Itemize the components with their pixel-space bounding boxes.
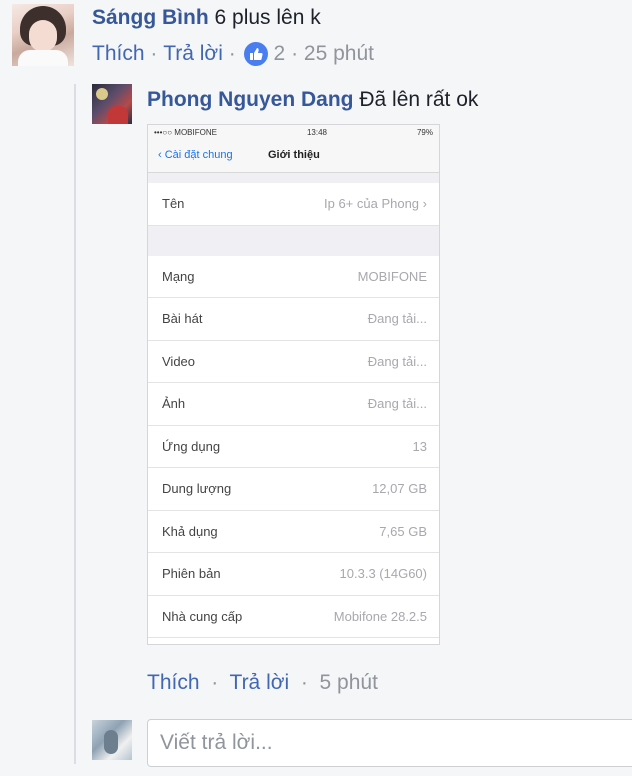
- reply-timestamp[interactable]: 5 phút: [320, 671, 378, 694]
- replier-avatar[interactable]: [92, 84, 132, 124]
- carrier-label: •••○○ MOBIFONE: [154, 127, 217, 137]
- like-link[interactable]: Thích: [147, 671, 200, 694]
- reaction-count[interactable]: 2: [274, 42, 286, 66]
- phone-info-row: Nhà cung cấp Mobifone 28.2.5: [148, 595, 439, 638]
- phone-back-label: Cài đặt chung: [164, 149, 233, 161]
- row-value: Đang tải...: [367, 353, 427, 369]
- reply-link[interactable]: Trả lời: [230, 671, 290, 694]
- phone-info-row: Mạng MOBIFONE: [148, 255, 439, 298]
- battery-label: 79%: [416, 127, 433, 137]
- avatar-body: [18, 50, 68, 66]
- current-user-avatar: [92, 720, 132, 760]
- row-value: Đang tải...: [367, 311, 427, 327]
- row-label: Nhà cung cấp: [162, 608, 243, 624]
- like-reaction-icon[interactable]: [243, 42, 268, 66]
- group-gap: [148, 173, 439, 183]
- separator-dot: ·: [285, 42, 304, 65]
- reply-input[interactable]: [147, 719, 632, 767]
- row-label: Dung lượng: [162, 481, 232, 497]
- row-label: Video: [162, 353, 196, 369]
- thread-line: [74, 84, 76, 764]
- avatar-face: [29, 20, 57, 52]
- phone-nav-bar: ‹ Cài đặt chung Giới thiệu: [148, 139, 439, 173]
- row-label: Tên: [162, 196, 185, 212]
- reply-link[interactable]: Trả lời: [163, 42, 223, 66]
- replier-name[interactable]: Phong Nguyen Dang: [147, 88, 354, 111]
- comment-timestamp[interactable]: 25 phút: [304, 42, 374, 66]
- row-value: 13: [412, 438, 427, 454]
- top-comment-actions: Thích · Trả lời · 2 · 25 phút: [92, 42, 374, 66]
- section-gap: [148, 225, 439, 256]
- row-value: 12,07 GB: [372, 481, 427, 497]
- row-value-text: Ip 6+ của Phong: [323, 196, 420, 212]
- phone-info-row: Dung lượng 12,07 GB: [148, 468, 439, 511]
- commenter-avatar[interactable]: [12, 4, 74, 66]
- phone-nav-title: Giới thiệu: [268, 149, 320, 161]
- row-value: Đang tải...: [367, 396, 427, 412]
- phone-row-name: Tên Ip 6+ của Phong ›: [148, 183, 439, 226]
- phone-info-rows: Mạng MOBIFONE Bài hát Đang tải... Video Đang …: [148, 255, 439, 644]
- row-label: Ứng dụng: [162, 438, 221, 454]
- row-label: Mạng: [162, 268, 195, 284]
- clock-label: 13:48: [306, 127, 327, 137]
- row-label: Bài hát: [162, 311, 203, 327]
- phone-info-row: Bài hát Đang tải...: [148, 298, 439, 341]
- row-label: Phiên bản: [162, 566, 221, 582]
- row-value: 10.3.3 (14G60): [339, 566, 427, 582]
- row-value: Ip 6+ của Phong ›: [323, 196, 427, 212]
- reply-comment: Phong Nguyen Dang Đã lên rất ok: [147, 88, 478, 112]
- phone-info-row: Khả dụng 7,65 GB: [148, 510, 439, 553]
- phone-back-button: ‹ Cài đặt chung: [158, 149, 233, 161]
- row-label: Ảnh: [162, 396, 186, 412]
- row-value: MOBIFONE: [357, 268, 427, 284]
- avatar-light: [96, 88, 108, 100]
- row-value: 7,65 GB: [379, 523, 427, 539]
- phone-info-row: Ảnh Đang tải...: [148, 383, 439, 426]
- phone-info-row: Ứng dụng 13: [148, 425, 439, 468]
- separator-dot: ·: [205, 671, 225, 694]
- phone-info-row: Video Đang tải...: [148, 340, 439, 383]
- separator-dot: ·: [295, 671, 314, 694]
- phone-info-row: Kiểu máyMG692VN/A: [148, 638, 439, 644]
- separator-dot: ·: [222, 42, 242, 65]
- like-link[interactable]: Thích: [92, 42, 145, 66]
- separator-dot: ·: [144, 42, 164, 65]
- reply-actions: Thích · Trả lời · 5 phút: [147, 671, 378, 695]
- top-comment: Sángg Bình 6 plus lên k: [92, 6, 321, 30]
- avatar-figure: [104, 730, 118, 754]
- commenter-name[interactable]: Sángg Bình: [92, 6, 209, 29]
- phone-info-row: Phiên bản 10.3.3 (14G60): [148, 553, 439, 596]
- attached-photo[interactable]: •••○○ MOBIFONE 13:48 79% ‹ Cài đặt chung…: [147, 124, 440, 645]
- comment-text: 6 plus lên k: [214, 6, 321, 29]
- phone-status-bar: •••○○ MOBIFONE 13:48 79%: [148, 125, 439, 139]
- reply-text: Đã lên rất ok: [359, 88, 479, 111]
- row-value: Mobifone 28.2.5: [333, 608, 427, 624]
- thumbs-up-icon: [249, 48, 263, 60]
- avatar-shirt: [108, 106, 128, 124]
- row-label: Khả dụng: [162, 523, 218, 539]
